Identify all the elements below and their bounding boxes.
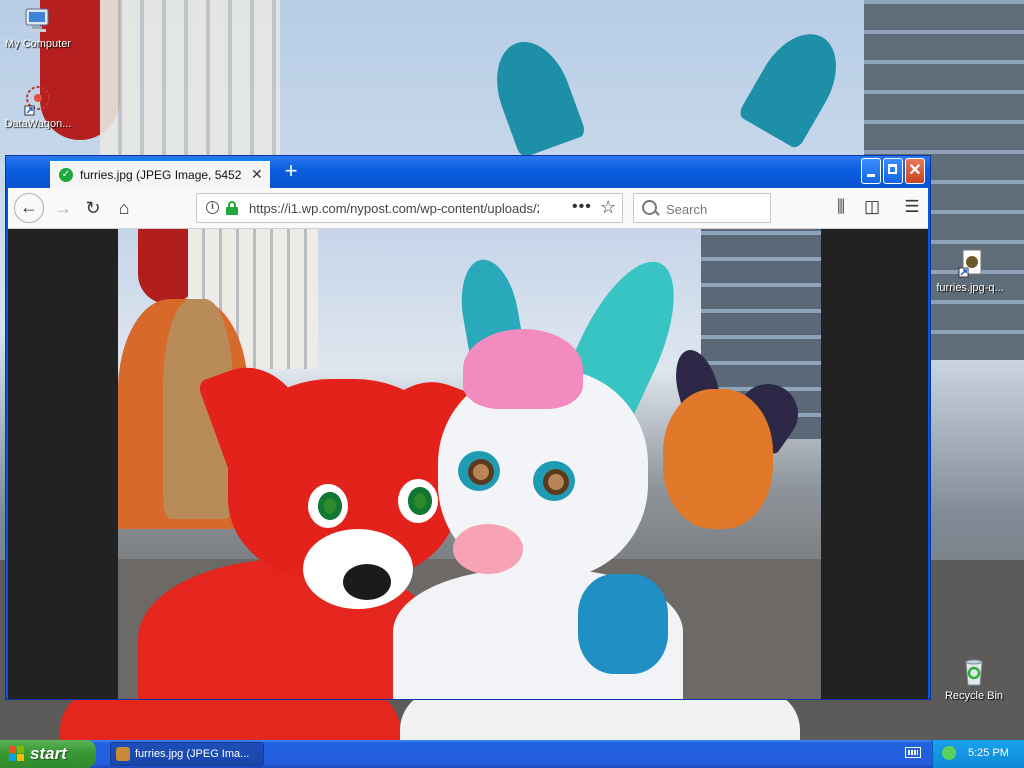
desktop-icon-furries-file[interactable]: furries.jpg-q... [932, 248, 1008, 294]
datawagon-icon [24, 86, 50, 116]
minimize-button[interactable] [861, 158, 881, 184]
photo-fox-eye [308, 484, 348, 528]
page-content [8, 229, 928, 699]
wallpaper-costume-ear [483, 31, 587, 159]
site-info-icon[interactable]: i [206, 201, 219, 214]
library-button[interactable]: ⫼ [830, 196, 852, 218]
desktop-icon-my-computer[interactable]: My Computer [0, 4, 76, 50]
url-bar[interactable]: i https://i1.wp.com/nypost.com/wp-conten… [196, 193, 623, 223]
hamburger-menu-button[interactable]: ☰ [901, 196, 923, 218]
photo-dog-eye [458, 451, 500, 491]
photo-bg-fox [663, 389, 773, 529]
photo-fox-eye [398, 479, 438, 523]
clock[interactable]: 5:25 PM [968, 747, 1009, 759]
photo-dog-eye [533, 461, 575, 501]
sidebar-toggle-button[interactable]: ◫ [861, 196, 883, 218]
lock-icon[interactable] [226, 201, 238, 215]
desktop-icon-label: Recycle Bin [944, 690, 1004, 702]
maximize-button[interactable] [883, 158, 903, 184]
photo-pink-hair [463, 329, 583, 409]
search-icon [642, 200, 657, 215]
start-button[interactable]: start [0, 740, 96, 768]
url-text[interactable]: https://i1.wp.com/nypost.com/wp-content/… [249, 201, 539, 216]
desktop-icon-recycle-bin[interactable]: Recycle Bin [936, 656, 1012, 702]
title-bar[interactable]: ✓ furries.jpg (JPEG Image, 5452 × 3635 p… [6, 156, 930, 188]
photo-pink-nose [453, 524, 523, 574]
taskbar-item-firefox[interactable]: furries.jpg (JPEG Ima... [110, 742, 264, 766]
firefox-icon [116, 747, 130, 761]
home-button[interactable]: ⌂ [109, 193, 139, 223]
green-check-icon: ✓ [59, 167, 73, 182]
displayed-image[interactable] [118, 229, 821, 699]
tab-title: furries.jpg (JPEG Image, 5452 × 3635 pix… [80, 167, 245, 182]
browser-window: ✓ furries.jpg (JPEG Image, 5452 × 3635 p… [5, 155, 931, 700]
wallpaper-costume-ear [737, 19, 853, 151]
tab-close-icon[interactable]: ✕ [251, 166, 263, 183]
navigation-toolbar: ← → ↻ ⌂ i https://i1.wp.com/nypost.com/w… [8, 188, 928, 229]
start-label: start [30, 744, 67, 763]
close-icon: ✕ [908, 162, 922, 179]
close-window-button[interactable]: ✕ [905, 158, 925, 184]
recycle-bin-icon [965, 659, 983, 686]
forward-button[interactable]: → [48, 193, 78, 223]
image-file-icon [958, 249, 982, 278]
photo-fox-nose [343, 564, 391, 600]
my-computer-icon [25, 8, 49, 32]
system-tray: 5:25 PM [905, 740, 1024, 768]
reload-button[interactable]: ↻ [78, 193, 108, 223]
taskbar: start furries.jpg (JPEG Ima... 5:25 PM [0, 740, 1024, 768]
windows-logo-icon [9, 746, 25, 762]
photo-blue-fur-patch [578, 574, 668, 674]
search-box[interactable] [633, 193, 771, 223]
new-tab-button[interactable]: + [278, 159, 304, 185]
taskbar-item-label: furries.jpg (JPEG Ima... [135, 748, 250, 760]
desktop-icon-label: My Computer [4, 38, 72, 50]
desktop-icon-datawagon[interactable]: DataWagon... [0, 84, 76, 130]
keyboard-icon[interactable] [905, 747, 921, 758]
network-icon[interactable] [942, 746, 956, 760]
desktop-icon-label: furries.jpg-q... [936, 282, 1004, 294]
back-button[interactable]: ← [14, 193, 44, 223]
search-input[interactable] [664, 199, 768, 219]
tab-active[interactable]: ✓ furries.jpg (JPEG Image, 5452 × 3635 p… [50, 159, 270, 188]
bookmark-star-icon[interactable]: ☆ [600, 197, 616, 218]
desktop-icon-label: DataWagon... [4, 118, 72, 130]
page-actions-icon[interactable]: ••• [572, 198, 592, 216]
